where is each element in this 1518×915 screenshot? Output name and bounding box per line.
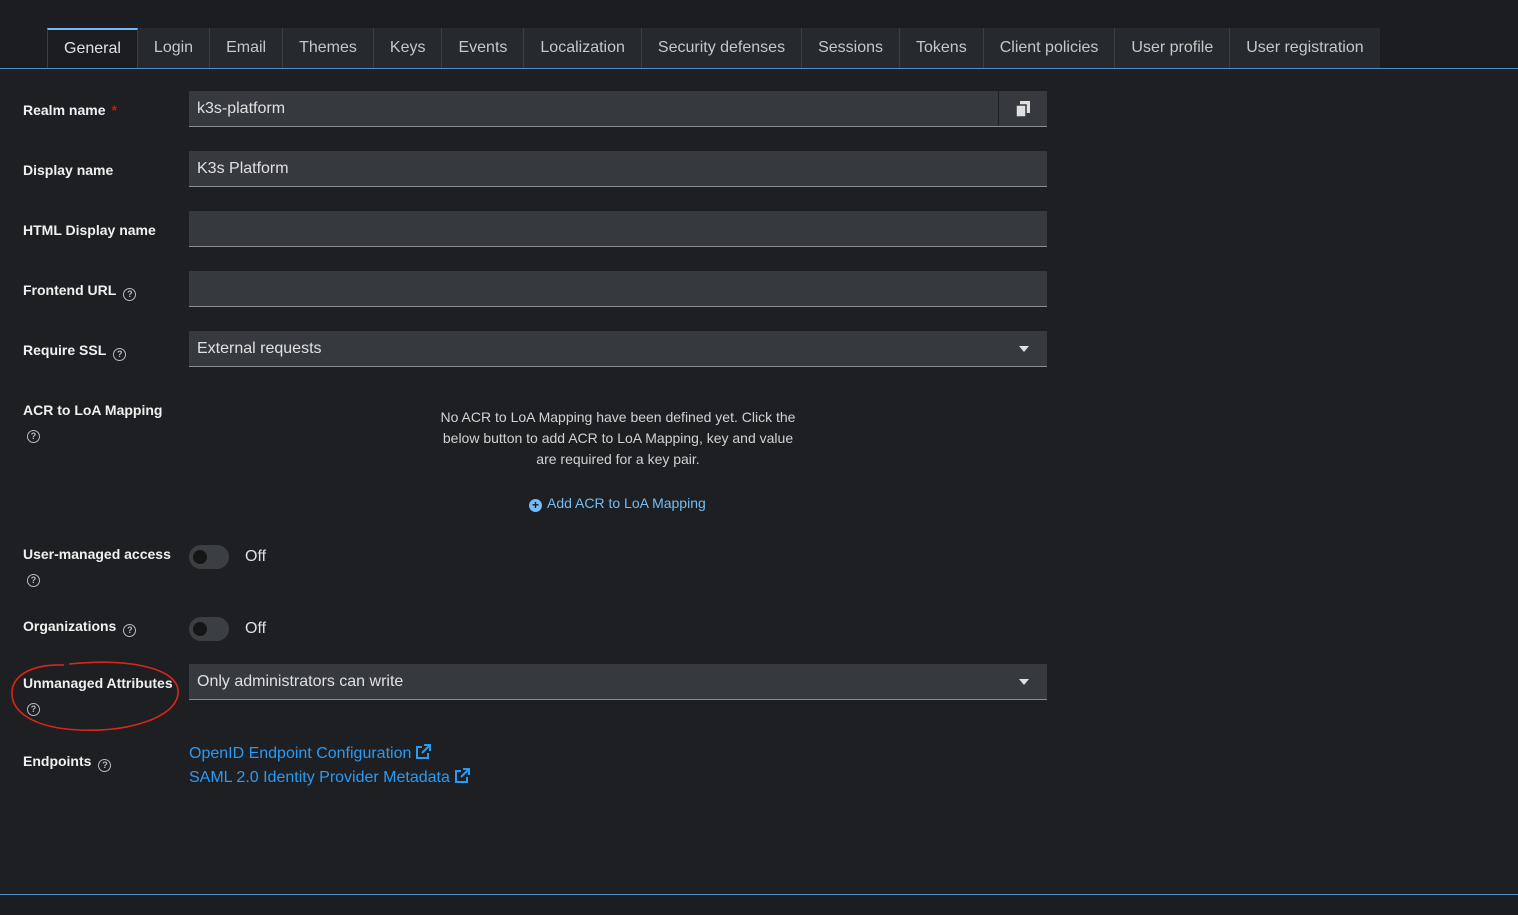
help-icon[interactable]: ? — [113, 348, 127, 361]
saml-metadata-link[interactable]: SAML 2.0 Identity Provider Metadata — [189, 767, 470, 789]
acr-loa-empty-state: No ACR to LoA Mapping have been defined … — [440, 409, 796, 467]
tab-email[interactable]: Email — [210, 28, 284, 68]
require-ssl-select[interactable]: External requests — [189, 331, 1047, 367]
help-icon[interactable]: ? — [123, 624, 137, 637]
tab-bar: General Login Email Themes Keys Events L… — [47, 28, 1380, 68]
organizations-state: Off — [245, 620, 267, 637]
add-acr-loa-button[interactable]: + Add ACR to LoA Mapping — [529, 493, 706, 513]
chevron-down-icon — [1019, 346, 1029, 352]
tab-localization[interactable]: Localization — [524, 28, 642, 68]
openid-endpoint-link[interactable]: OpenID Endpoint Configuration — [189, 743, 432, 765]
frontend-url-input[interactable] — [189, 271, 1047, 307]
tab-sessions[interactable]: Sessions — [802, 28, 900, 68]
organizations-label: Organizations? — [23, 613, 137, 639]
toggle-knob — [193, 550, 207, 564]
tab-client-policies[interactable]: Client policies — [984, 28, 1116, 68]
require-ssl-label: Require SSL? — [23, 337, 127, 363]
realm-name-input[interactable]: k3s-platform — [189, 91, 1047, 127]
user-managed-access-label: User-managed access — [23, 546, 171, 562]
html-display-name-input[interactable] — [189, 211, 1047, 247]
html-display-name-label: HTML Display name — [23, 222, 156, 238]
help-icon[interactable]: ? — [98, 759, 112, 772]
user-managed-access-state: Off — [245, 548, 267, 565]
display-name-label: Display name — [23, 162, 114, 178]
user-managed-access-toggle[interactable] — [189, 545, 229, 569]
display-name-input[interactable]: K3s Platform — [189, 151, 1047, 187]
help-icon[interactable]: ? — [123, 288, 137, 301]
help-icon[interactable]: ? — [27, 430, 40, 443]
annotation-circle — [11, 661, 179, 731]
tab-events[interactable]: Events — [442, 28, 525, 68]
external-link-icon — [416, 744, 432, 759]
endpoints-label: Endpoints? — [23, 748, 112, 774]
realm-name-label: Realm name * — [23, 102, 117, 118]
help-icon[interactable]: ? — [27, 574, 40, 587]
external-link-icon — [454, 768, 470, 783]
tab-security-defenses[interactable]: Security defenses — [642, 28, 803, 68]
tab-keys[interactable]: Keys — [374, 28, 443, 68]
unmanaged-attributes-select[interactable]: Only administrators can write — [189, 664, 1047, 700]
frontend-url-label: Frontend URL? — [23, 277, 137, 303]
tab-themes[interactable]: Themes — [283, 28, 374, 68]
copy-icon — [1016, 100, 1030, 117]
tab-user-registration[interactable]: User registration — [1230, 28, 1379, 68]
chevron-down-icon — [1019, 679, 1029, 685]
tab-login[interactable]: Login — [138, 28, 211, 68]
toggle-knob — [193, 622, 207, 636]
organizations-toggle[interactable] — [189, 617, 229, 641]
copy-button[interactable] — [998, 91, 1047, 126]
tab-tokens[interactable]: Tokens — [900, 28, 984, 68]
tab-user-profile[interactable]: User profile — [1115, 28, 1231, 68]
tab-general[interactable]: General — [47, 28, 138, 68]
required-indicator: * — [111, 102, 117, 118]
acr-loa-label: ACR to LoA Mapping — [23, 402, 163, 418]
plus-circle-icon: + — [529, 499, 542, 512]
footer-area — [0, 895, 1518, 915]
